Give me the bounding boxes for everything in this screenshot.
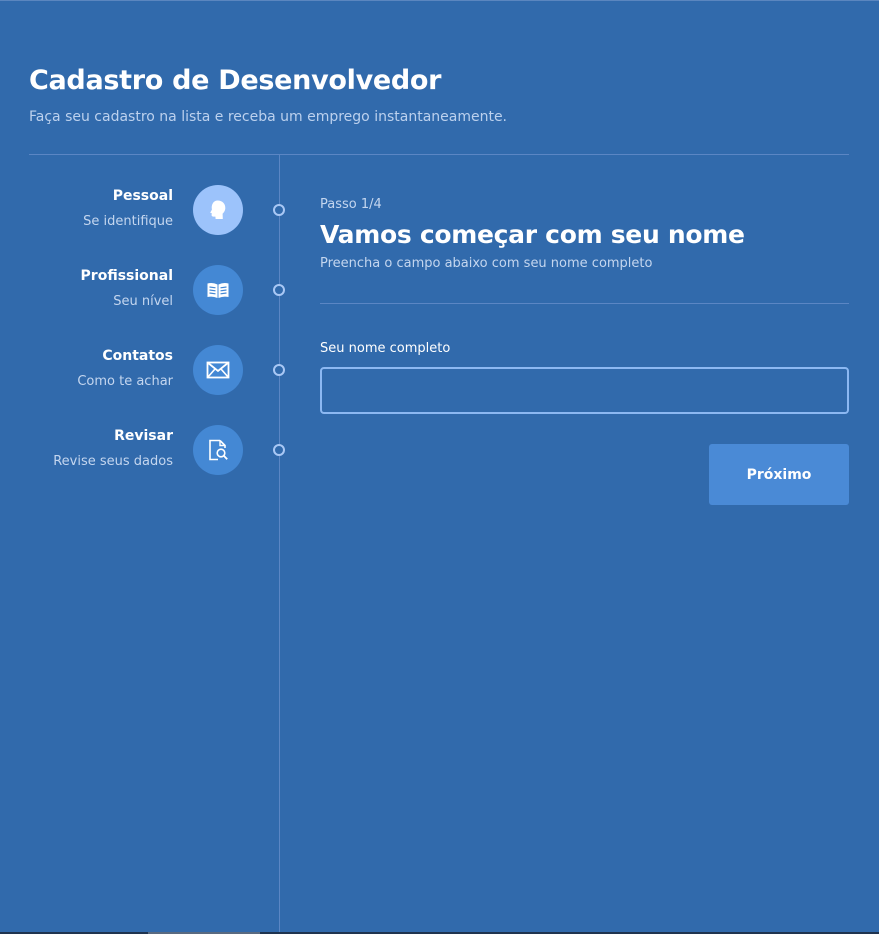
step-dot — [273, 364, 285, 376]
step-item-revisar[interactable]: Revisar Revise seus dados — [29, 425, 294, 475]
document-search-icon — [193, 425, 243, 475]
head-icon — [193, 185, 243, 235]
step-subtitle: Se identifique — [83, 214, 173, 229]
top-edge — [0, 0, 879, 1]
step-text: Profissional Seu nível — [0, 267, 173, 310]
next-button[interactable]: Próximo — [709, 444, 849, 505]
step-title: Revisar — [114, 428, 173, 444]
step-counter: Passo 1/4 — [320, 197, 382, 212]
step-subtitle: Como te achar — [77, 374, 173, 389]
step-subtitle: Revise seus dados — [53, 454, 173, 469]
step-title: Contatos — [102, 348, 173, 364]
step-dot — [273, 444, 285, 456]
page-header: Cadastro de Desenvolvedor Faça seu cadas… — [29, 64, 849, 126]
step-item-profissional[interactable]: Profissional Seu nível — [29, 265, 294, 315]
step-item-contatos[interactable]: Contatos Como te achar — [29, 345, 294, 395]
form-content: Passo 1/4 Vamos começar com seu nome Pre… — [320, 196, 849, 272]
form-subtitle: Preencha o campo abaixo com seu nome com… — [320, 256, 653, 271]
step-title: Profissional — [80, 268, 173, 284]
mail-icon — [193, 345, 243, 395]
step-title: Pessoal — [112, 188, 173, 204]
form-divider — [320, 303, 849, 304]
full-name-input[interactable] — [320, 367, 849, 414]
form-title: Vamos começar com seu nome — [320, 220, 745, 249]
step-text: Pessoal Se identifique — [0, 187, 173, 230]
page-title: Cadastro de Desenvolvedor — [29, 65, 442, 96]
step-text: Contatos Como te achar — [0, 347, 173, 390]
step-dot — [273, 284, 285, 296]
step-item-pessoal[interactable]: Pessoal Se identifique — [29, 185, 294, 235]
step-text: Revisar Revise seus dados — [0, 427, 173, 470]
step-subtitle: Seu nível — [113, 294, 173, 309]
page-subtitle: Faça seu cadastro na lista e receba um e… — [29, 109, 508, 125]
full-name-label: Seu nome completo — [320, 341, 451, 356]
step-dot — [273, 204, 285, 216]
book-icon — [193, 265, 243, 315]
header-divider — [29, 154, 849, 155]
